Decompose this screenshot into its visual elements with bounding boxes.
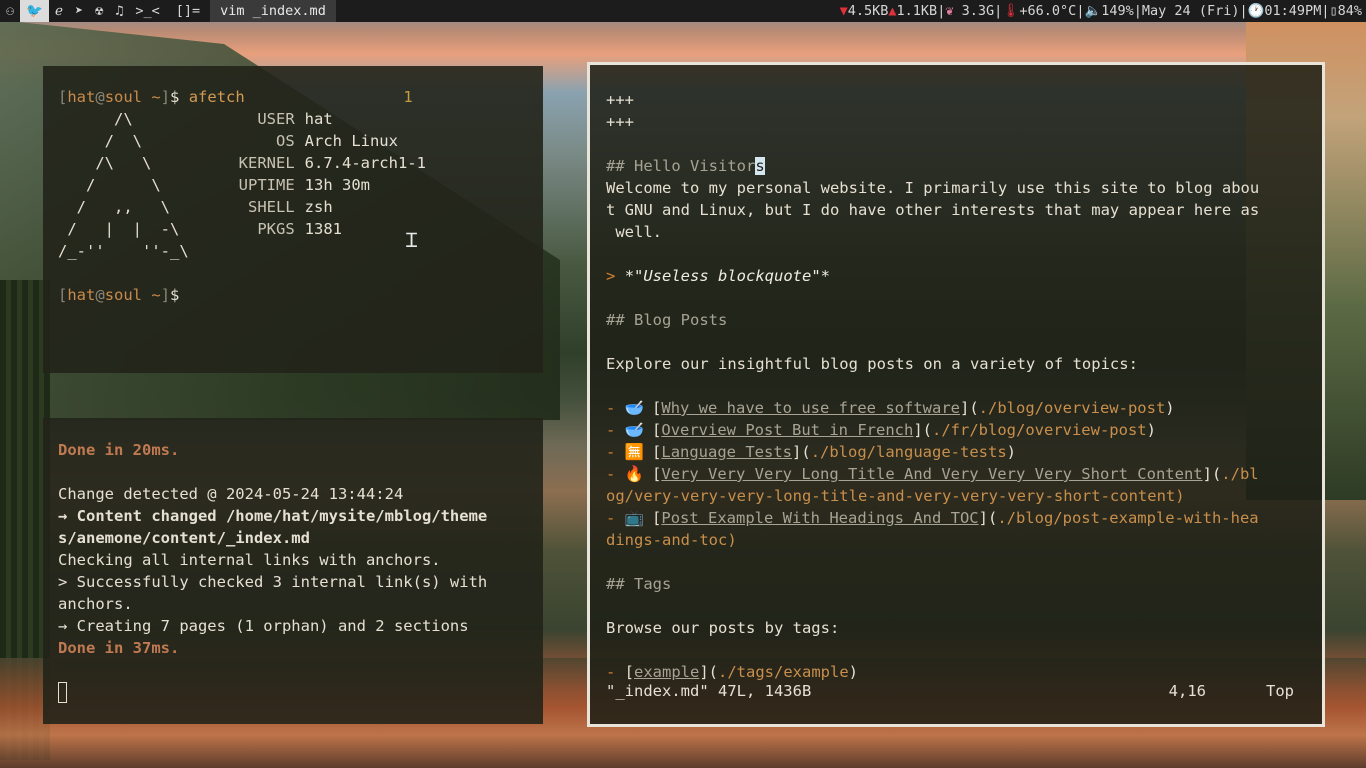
battery-icon: ▯ — [1329, 3, 1338, 19]
scroll-position: Top — [1266, 682, 1294, 700]
tag-1-person-icon[interactable]: ⚇ — [0, 0, 20, 22]
vim-status-line: "_index.md" 47L, 1436B 4,16 Top — [606, 680, 1306, 702]
terminal-cursor — [58, 682, 67, 703]
tag-7-terminal-icon[interactable]: >_< — [129, 0, 165, 22]
cursor-position: 4,16 — [1168, 682, 1206, 700]
speaker-icon: 🔈 — [1084, 3, 1102, 19]
afetch-output: /\ / \ /\ \ / \ / ,, \ / | | -\/_-'' ''-… — [58, 108, 528, 262]
bowl-icon: 🥣 — [624, 421, 644, 439]
battery-level: 84% — [1337, 3, 1362, 19]
tag-4-telegram-icon[interactable]: ➤ — [69, 0, 89, 22]
upload-arrow-icon: ▲ — [888, 3, 897, 19]
bowl-icon: 🥣 — [624, 399, 644, 417]
post-item[interactable]: - 🈚 [Language Tests](./blog/language-tes… — [606, 441, 1306, 463]
volume-level[interactable]: 149% — [1101, 3, 1134, 19]
time: 01:49PM — [1264, 3, 1322, 19]
links-success: > Successfully checked 3 internal link(s… — [58, 573, 488, 591]
net-up: 1.1KB — [896, 3, 938, 19]
prompt-line: [hat@soul ~]$ afetch 1 — [58, 88, 413, 106]
cpu-temp: +66.0°C — [1019, 3, 1077, 19]
tv-icon: 📺 — [624, 509, 644, 527]
tag-2-bird-icon[interactable]: 🐦 — [20, 0, 49, 22]
post-item[interactable]: - 🔥 [Very Very Very Long Title And Very … — [606, 463, 1306, 485]
memory-usage: 3.3G — [961, 3, 995, 19]
content-changed: → Content changed /home/hat/mysite/mblog… — [58, 507, 488, 525]
heading-blog-posts: ## Blog Posts — [606, 311, 728, 329]
prompt-line-2: [hat@soul ~]$ — [58, 286, 189, 304]
status-bar: ⚇ 🐦 ℯ ➤ ☢ ♫ >_< []= vim _index.md ▼ 4.5KB… — [0, 0, 1366, 22]
file-info: "_index.md" 47L, 1436B — [606, 682, 812, 700]
net-down: 4.5KB — [847, 3, 889, 19]
done-line: Done in 20ms. — [58, 441, 180, 459]
change-detected: Change detected @ 2024-05-24 13:44:24 — [58, 485, 404, 503]
layout-indicator[interactable]: []= — [166, 3, 210, 19]
done-line-2: Done in 37ms. — [58, 639, 180, 657]
explore-text: Explore our insightful blog posts on a v… — [606, 355, 1138, 373]
browse-text: Browse our posts by tags: — [606, 619, 840, 637]
tag-3-browser-icon[interactable]: ℯ — [49, 0, 69, 22]
tag-5-robot-icon[interactable]: ☢ — [89, 0, 109, 22]
language-icon: 🈚 — [624, 443, 644, 461]
blockquote: > *"Useless blockquote"* — [606, 267, 830, 285]
tag-6-music-icon[interactable]: ♫ — [109, 0, 129, 22]
heading-hello: ## Hello Visitors — [606, 157, 765, 175]
post-item[interactable]: - 🥣 [Why we have to use free software](.… — [606, 397, 1306, 419]
system-status: ▼ 4.5KB ▲ 1.1KB | ❦ 3.3G | 🌡 +66.0°C | 🔈 149%… — [839, 3, 1362, 19]
date: May 24 (Fri) — [1141, 3, 1240, 19]
info-labels: USER OS KERNEL UPTIME SHELL PKGS — [238, 110, 295, 238]
checking-links: Checking all internal links with anchors… — [58, 551, 441, 569]
download-arrow-icon: ▼ — [839, 3, 848, 19]
brain-icon: ❦ — [945, 3, 954, 19]
fire-icon: 🔥 — [624, 465, 644, 483]
frontmatter-close: +++ — [606, 113, 634, 131]
window-title: vim _index.md — [210, 0, 336, 22]
vim-editor[interactable]: +++ +++ ## Hello Visitors Welcome to my pe… — [587, 62, 1325, 727]
creating-pages: → Creating 7 pages (1 orphan) and 2 sect… — [58, 617, 469, 635]
vim-cursor: s — [755, 157, 765, 175]
terminal-zola-serve[interactable]: Done in 20ms. Change detected @ 2024-05-… — [43, 418, 543, 724]
job-count: 1 — [403, 88, 413, 106]
clock-icon: 🕐 — [1247, 3, 1265, 19]
thermometer-icon: 🌡 — [1002, 3, 1020, 19]
mouse-ibeam-cursor: Ɪ — [406, 228, 418, 252]
welcome-text: Welcome to my personal website. I primar… — [606, 179, 1260, 197]
terminal-afetch[interactable]: [hat@soul ~]$ afetch 1 /\ / \ /\ \ / \ /… — [43, 66, 543, 373]
post-item[interactable]: - 🥣 [Overview Post But in French](./fr/b… — [606, 419, 1306, 441]
post-item[interactable]: - 📺 [Post Example With Headings And TOC]… — [606, 507, 1306, 529]
frontmatter-open: +++ — [606, 91, 634, 109]
arch-logo: /\ / \ /\ \ / \ / ,, \ / | | -\/_-'' ''-… — [58, 110, 189, 260]
heading-tags: ## Tags — [606, 575, 672, 593]
